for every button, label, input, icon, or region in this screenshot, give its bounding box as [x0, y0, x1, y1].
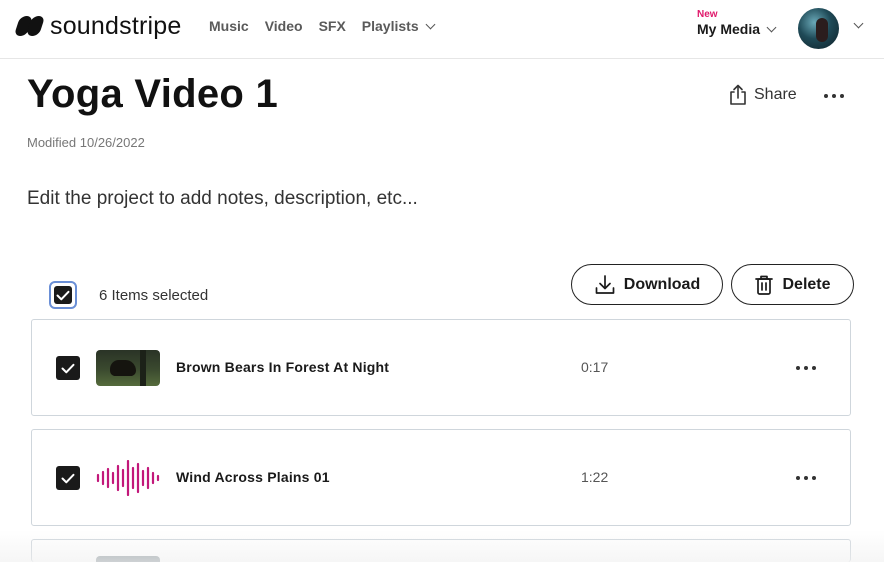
waveform-icon[interactable] [96, 460, 160, 496]
more-options-icon[interactable] [822, 86, 846, 106]
download-button[interactable]: Download [571, 264, 723, 305]
select-all-checkbox[interactable] [49, 281, 77, 309]
share-button[interactable]: Share [728, 84, 797, 106]
download-icon [595, 274, 615, 294]
checkmark-icon [54, 286, 72, 304]
nav-item-playlists[interactable]: Playlists [361, 18, 436, 34]
list-item[interactable]: Brown Bears In Forest At Night 0:17 [31, 319, 851, 416]
items-selected-count: 6 Items selected [99, 287, 209, 304]
soundstripe-logo[interactable]: soundstripe [13, 11, 182, 40]
modified-date: Modified 10/26/2022 [27, 135, 145, 150]
list-item[interactable] [31, 539, 851, 562]
logo-text: soundstripe [50, 11, 182, 40]
logo-mark-icon [13, 16, 46, 36]
top-navigation-bar: soundstripe Music Video SFX Playlists Ne… [0, 0, 884, 59]
user-avatar[interactable] [798, 8, 839, 49]
trash-icon [755, 275, 774, 295]
project-description[interactable]: Edit the project to add notes, descripti… [27, 188, 418, 210]
nav-label: Playlists [361, 18, 419, 34]
more-options-icon[interactable] [794, 468, 818, 488]
checkmark-icon [61, 363, 75, 373]
my-media-menu[interactable]: New My Media [697, 9, 777, 37]
delete-label: Delete [782, 275, 831, 293]
main-nav: Music Video SFX Playlists [209, 18, 450, 34]
chevron-down-icon[interactable] [853, 18, 864, 29]
item-title[interactable]: Brown Bears In Forest At Night [176, 359, 389, 375]
nav-item-video[interactable]: Video [265, 18, 303, 34]
share-icon [730, 84, 746, 105]
list-item[interactable]: Wind Across Plains 01 1:22 [31, 429, 851, 526]
new-badge: New [697, 9, 718, 20]
item-duration: 1:22 [581, 469, 609, 485]
chevron-down-icon [425, 19, 436, 29]
item-checkbox[interactable] [56, 466, 80, 490]
nav-label: Music [209, 18, 249, 34]
download-label: Download [623, 275, 701, 293]
video-thumbnail[interactable] [96, 350, 160, 386]
page-title: Yoga Video 1 [27, 72, 279, 116]
chevron-down-icon [766, 22, 777, 32]
checkmark-icon [61, 473, 75, 483]
item-duration: 0:17 [581, 359, 609, 375]
delete-button[interactable]: Delete [731, 264, 854, 305]
nav-item-sfx[interactable]: SFX [319, 18, 346, 34]
item-title[interactable]: Wind Across Plains 01 [176, 469, 330, 485]
my-media-label: My Media [697, 21, 761, 37]
more-options-icon[interactable] [794, 358, 818, 378]
video-thumbnail[interactable] [96, 556, 160, 562]
share-label: Share [754, 86, 797, 103]
nav-label: SFX [318, 18, 346, 34]
item-checkbox[interactable] [56, 356, 80, 380]
nav-label: Video [264, 18, 303, 34]
nav-item-music[interactable]: Music [209, 18, 249, 34]
